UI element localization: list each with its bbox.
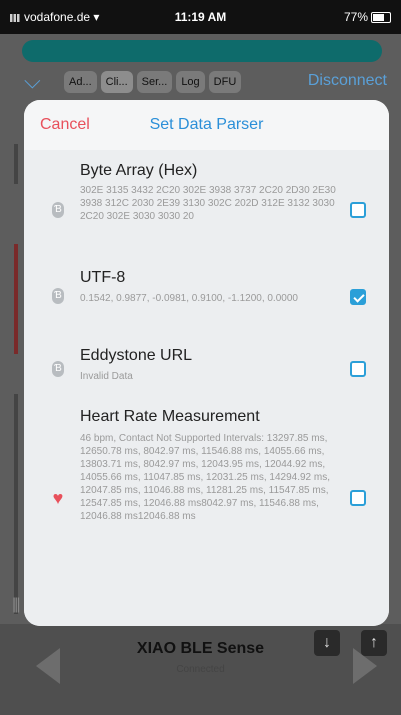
parser-name: UTF-8: [80, 269, 126, 286]
parser-name: Byte Array (Hex): [80, 162, 198, 179]
tab-dfu[interactable]: DFU: [208, 71, 242, 93]
tab-client[interactable]: Cli...: [100, 71, 133, 93]
parser-checkbox[interactable]: [350, 202, 366, 218]
top-banner: [22, 40, 382, 62]
parser-row-eddystone[interactable]: Ɓ Eddystone URL Invalid Data: [24, 346, 389, 396]
tabs: Ad... Cli... Ser... Log DFU: [64, 71, 242, 93]
disconnect-button[interactable]: Disconnect: [308, 72, 387, 90]
parser-checkbox[interactable]: [350, 361, 366, 377]
parser-value: Invalid Data: [80, 371, 133, 382]
tab-bar: ⌵ Ad... Cli... Ser... Log DFU Disconnect: [0, 64, 401, 102]
bluetooth-icon: Ɓ: [52, 288, 64, 304]
device-status: Connected: [176, 664, 225, 675]
list-divider: [14, 394, 18, 614]
battery-icon: [371, 12, 391, 24]
list-divider: [14, 244, 18, 354]
dialog-title: Set Data Parser: [149, 116, 264, 133]
set-data-parser-dialog: Cancel Set Data Parser Ɓ Byte Array (Hex…: [24, 100, 389, 626]
parser-row-byte-array[interactable]: Ɓ Byte Array (Hex) 302E 3135 3432 2C20 3…: [24, 158, 389, 258]
parser-name: Eddystone URL: [80, 347, 193, 364]
tab-advertising[interactable]: Ad...: [64, 71, 97, 93]
parser-list: Ɓ Byte Array (Hex) 302E 3135 3432 2C20 3…: [24, 150, 389, 626]
parser-value: 0.1542, 0.9877, -0.0981, 0.9100, -1.1200…: [80, 293, 298, 304]
parser-checkbox[interactable]: [350, 490, 366, 506]
bluetooth-icon: Ɓ: [52, 202, 64, 218]
parser-row-utf8[interactable]: Ɓ UTF-8 0.1542, 0.9877, -0.0981, 0.9100,…: [24, 269, 389, 330]
parser-checkbox[interactable]: [350, 289, 366, 305]
bluetooth-icon: Ɓ: [52, 361, 64, 377]
parser-value: 46 bpm, Contact Not Supported Intervals:…: [80, 433, 330, 522]
dialog-header: Cancel Set Data Parser: [24, 100, 389, 150]
tab-server[interactable]: Ser...: [136, 71, 173, 93]
battery-percent: 77%: [343, 10, 368, 24]
list-divider: [14, 144, 18, 184]
heart-icon: ♥: [52, 488, 64, 508]
chevron-down-icon[interactable]: ⌵: [24, 68, 41, 94]
battery-indicator: 77%: [344, 10, 391, 24]
parser-row-heart-rate[interactable]: ♥ Heart Rate Measurement 46 bpm, Contact…: [24, 406, 389, 596]
device-name: XIAO BLE Sense: [136, 640, 265, 657]
drag-handle-icon[interactable]: |||: [12, 596, 21, 614]
status-bar: vodafone.de ▾ 11:19 AM 77%: [0, 0, 401, 34]
parser-value: 302E 3135 3432 2C20 302E 3938 3737 2C20 …: [80, 185, 336, 222]
parser-name: Heart Rate Measurement: [80, 408, 260, 425]
clock: 11:19 AM: [174, 10, 227, 24]
tab-log[interactable]: Log: [176, 71, 205, 93]
